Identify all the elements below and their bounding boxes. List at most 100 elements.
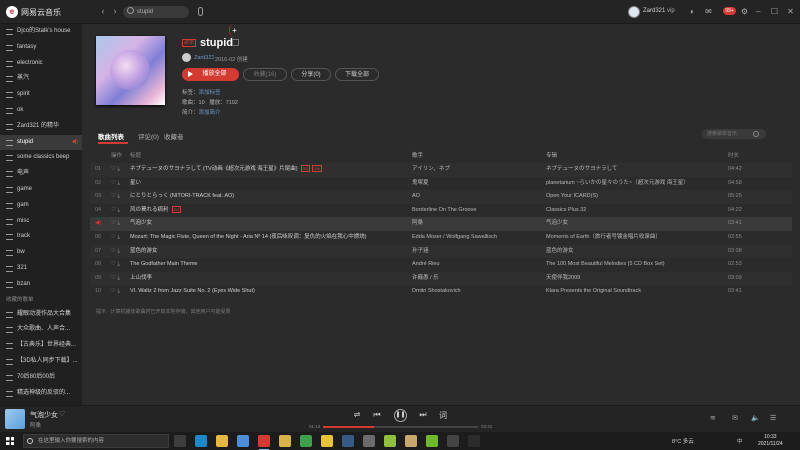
play-mode-icon[interactable]: ⇌ <box>351 410 363 419</box>
app-yellow-icon[interactable] <box>279 435 291 447</box>
row-artist[interactable]: André Rieu <box>412 258 540 272</box>
heart-icon[interactable]: ♡ <box>59 410 65 418</box>
row-album[interactable]: 气泡少女 <box>546 217 726 231</box>
tab-collectors[interactable]: 收藏者 <box>164 131 184 141</box>
creator-avatar[interactable] <box>182 53 191 62</box>
settings-icon[interactable]: ⚙ <box>740 7 749 16</box>
heart-icon[interactable]: ♡ <box>111 207 116 213</box>
playlist-cover[interactable] <box>96 36 165 105</box>
edge-icon[interactable] <box>195 435 207 447</box>
row-album[interactable]: Classics Plus 32 <box>546 204 726 218</box>
explorer-icon[interactable] <box>216 435 228 447</box>
row-artist[interactable]: 鬼塚夏 <box>412 177 540 191</box>
sidebar-item-playlist[interactable]: game <box>0 182 82 198</box>
row-title[interactable]: 蓝色的游女 <box>130 245 402 259</box>
row-title[interactable]: Mozart: The Magic Flute, Queen of the Ni… <box>130 231 402 245</box>
download-icon[interactable]: ⤓ <box>117 261 119 267</box>
row-artist[interactable]: Borderline On The Groove <box>412 204 540 218</box>
weather-indicator[interactable]: 8°C 多云 <box>672 437 694 445</box>
row-album[interactable]: planetarium ~らいかの星々のうた~（超次元游戏 海王星） <box>546 177 726 191</box>
sidebar-item-collected[interactable]: 70后80后00后 <box>0 370 82 386</box>
row-album[interactable]: Klara Presents the Original Soundtrack <box>546 285 726 299</box>
row-album[interactable]: 天使伴我2009 <box>546 272 726 286</box>
download-icon[interactable]: ⤓ <box>117 207 119 213</box>
row-artist[interactable]: AO <box>412 190 540 204</box>
sidebar-item-playlist[interactable]: electronic <box>0 56 82 72</box>
play-all-button[interactable]: 播放全部 <box>182 68 239 81</box>
steam-icon[interactable] <box>342 435 354 447</box>
app-lime-icon[interactable] <box>384 435 396 447</box>
row-artist[interactable]: 许巍愚 / 乐 <box>412 272 540 286</box>
header-artist[interactable]: 歌手 <box>412 150 540 163</box>
sidebar-item-playlist[interactable]: gam <box>0 198 82 214</box>
store-icon[interactable] <box>237 435 249 447</box>
row-title[interactable]: 上山伐李 <box>130 272 402 286</box>
row-title[interactable]: VI. Waltz 2 from Jazz Suite No. 2 (Eyes … <box>130 285 402 299</box>
collect-button[interactable]: 收藏(16) <box>243 68 287 81</box>
download-icon[interactable]: ⤓ <box>117 248 119 254</box>
sidebar-item-collected[interactable]: 【古典乐】世界经典... <box>0 338 82 354</box>
table-row[interactable]: 03 ♡ ⤓ にとりとらっく (NITORI-TRACK feat. AO) AO Op… <box>90 190 792 204</box>
add-tags-link[interactable]: 添加标签 <box>199 90 221 96</box>
sidebar-item-playlist[interactable]: 蒸汽 <box>0 71 82 87</box>
skin-icon[interactable]: ◐ <box>688 7 697 16</box>
playlist-icon[interactable]: ☰ <box>770 414 776 422</box>
prev-icon[interactable]: ⏮ <box>371 410 383 420</box>
mv-badge[interactable]: MV <box>312 165 323 173</box>
sidebar-item-playlist[interactable]: some classics beep <box>0 150 82 166</box>
table-row[interactable]: 10 ♡ ⤓ VI. Waltz 2 from Jazz Suite No. 2 (… <box>90 285 792 299</box>
table-row[interactable]: 02 ♡ ⤓ 星い 鬼塚夏 planetarium ~らいかの星々のうた~（超次元游戏 … <box>90 177 792 191</box>
share-button[interactable]: 分享(0) <box>291 68 331 81</box>
mail-icon[interactable]: ✉ <box>704 7 713 16</box>
download-icon[interactable]: ⤓ <box>117 220 119 226</box>
table-row[interactable]: ◀) ♡ ⤓ 气泡少女 阿桑 气泡少女 03:41 <box>90 217 792 231</box>
row-album[interactable]: The 100 Most Beautiful Melodies (5 CD Bo… <box>546 258 726 272</box>
table-row[interactable]: 07 ♡ ⤓ 蓝色的游女 孙子涵 蓝色的游女 03:38 <box>90 244 792 259</box>
now-playing-cover[interactable] <box>5 409 25 429</box>
sidebar-item-playlist[interactable]: Zard321 的精华 <box>0 119 82 135</box>
sidebar-item-collected[interactable]: 耀眼动漫作品大合集 <box>0 307 82 323</box>
heart-icon[interactable]: ♡ <box>111 180 116 186</box>
tab-song-list[interactable]: 歌曲列表 <box>98 131 124 141</box>
edit-icon[interactable] <box>232 39 239 46</box>
row-title[interactable]: 气泡少女 <box>130 217 402 231</box>
row-artist[interactable]: Dmitri Shostakovich <box>412 285 540 299</box>
row-artist[interactable]: Edda Moser / Wolfgang Sawallisch <box>412 231 540 245</box>
creator-link[interactable]: Zard321 <box>194 55 215 61</box>
clock[interactable]: 10:33 2021/11/24 <box>758 434 783 448</box>
search-icon[interactable] <box>753 131 759 137</box>
add-to-queue-button[interactable]: + <box>229 24 239 37</box>
sidebar-item-playlist[interactable]: track <box>0 229 82 245</box>
app-ring-icon[interactable] <box>468 435 480 447</box>
row-artist[interactable]: アイリン、ネプ <box>412 163 540 177</box>
sidebar-item-playlist[interactable]: Djco的Stalk's house <box>0 24 82 40</box>
netease-music-icon[interactable] <box>258 435 270 450</box>
heart-icon[interactable]: ♡ <box>111 288 116 294</box>
row-title[interactable]: 星い <box>130 177 402 191</box>
sidebar-item-collected[interactable]: 【3D私人同步下载】... <box>0 354 82 370</box>
app-dark-icon[interactable] <box>447 435 459 447</box>
sidebar-item-playlist[interactable]: stupid ◀) <box>0 134 82 151</box>
chrome-icon[interactable] <box>321 435 333 447</box>
add-intro-link[interactable]: 添加简介 <box>199 110 221 116</box>
table-row[interactable]: 04 ♡ ⤓ 风の罠れる病利 SQ Borderline On The Groove Cl… <box>90 204 792 218</box>
back-icon[interactable]: ‹ <box>98 6 108 17</box>
row-album[interactable]: Open Your ICARD(S) <box>546 190 726 204</box>
heart-icon[interactable]: ♡ <box>111 234 116 240</box>
header-album[interactable]: 专辑 <box>546 150 726 163</box>
header-time[interactable]: 时长 <box>728 150 758 163</box>
nvidia-icon[interactable] <box>426 435 438 447</box>
heart-icon[interactable]: ♡ <box>111 166 116 172</box>
sidebar-item-playlist[interactable]: ok <box>0 103 82 119</box>
heart-icon[interactable]: ♡ <box>111 220 116 226</box>
forward-icon[interactable]: › <box>110 6 120 17</box>
play-pause-icon[interactable]: ❚❚ <box>394 409 407 422</box>
netease-logo-icon[interactable]: e <box>6 6 18 18</box>
row-title[interactable]: にとりとらっく (NITORI-TRACK feat. AO) <box>130 190 402 204</box>
table-row[interactable]: 09 ♡ ⤓ 上山伐李 许巍愚 / 乐天使伴我2009 03:09 <box>90 271 792 286</box>
heart-icon[interactable]: ♡ <box>111 261 116 267</box>
table-row[interactable]: 06 ♡ ⤓ Mozart: The Magic Flute, Queen of t… <box>90 231 792 245</box>
minimize-icon[interactable]: – <box>754 7 763 16</box>
sidebar-item-collected[interactable]: 精选神级的反驳的... <box>0 386 82 402</box>
download-icon[interactable]: ⤓ <box>117 166 119 172</box>
